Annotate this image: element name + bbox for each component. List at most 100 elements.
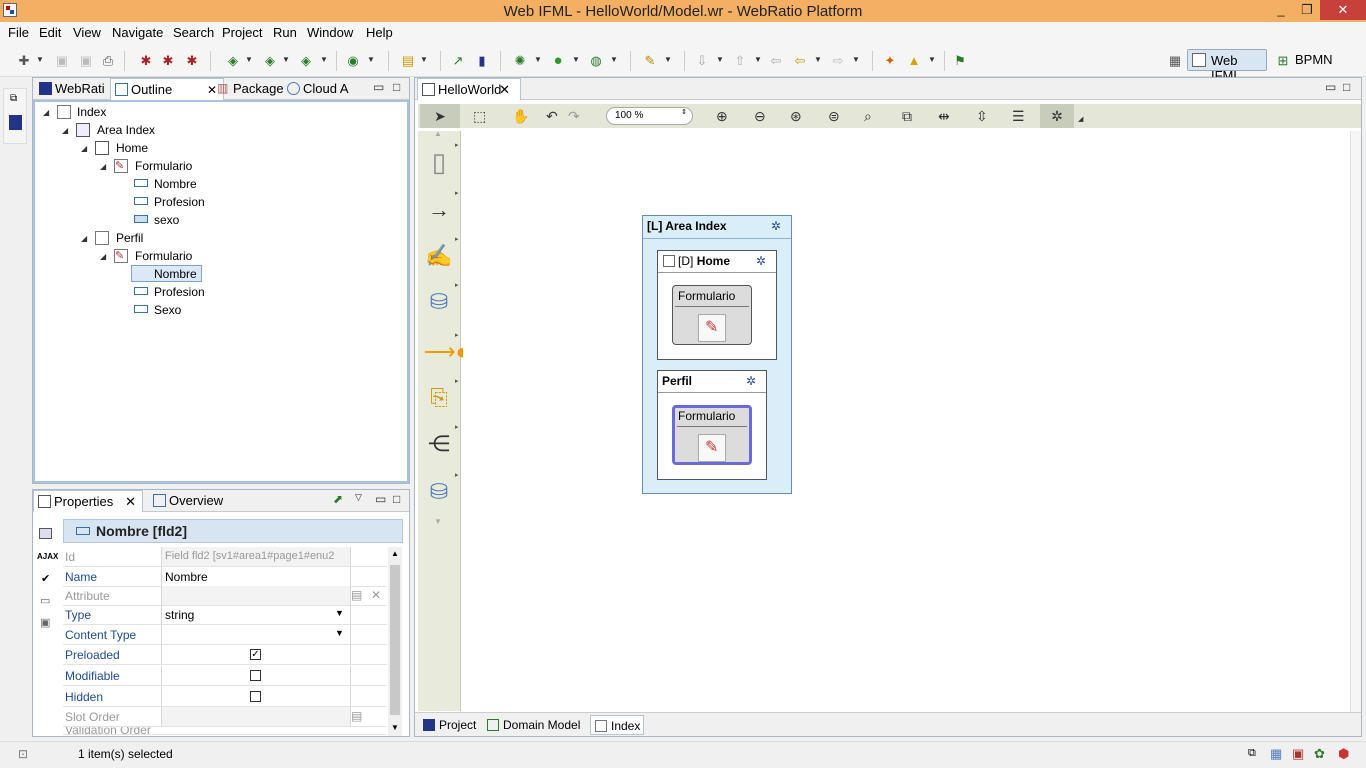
preloaded-checkbox[interactable]: ✓ bbox=[250, 649, 261, 660]
dropdown-arrow-icon[interactable]: ▸ bbox=[455, 423, 459, 431]
grid-icon[interactable]: ▦ bbox=[1270, 746, 1282, 762]
restore-icon[interactable]: ⧉ bbox=[10, 93, 17, 104]
prop-type-select[interactable]: string bbox=[161, 605, 351, 624]
form-tool-icon[interactable]: ✍ bbox=[424, 241, 454, 271]
minimize-icon[interactable]: ▭ bbox=[375, 492, 386, 506]
menu-edit[interactable]: Edit bbox=[39, 25, 61, 40]
collapse-icon[interactable]: ◢ bbox=[43, 108, 49, 117]
generate-icon[interactable]: ✱ bbox=[138, 53, 154, 69]
wizard-icon[interactable]: ✦ bbox=[882, 53, 898, 69]
zoom-combo[interactable]: 100 % ⇕ bbox=[606, 107, 693, 125]
comment-icon[interactable]: ▭ bbox=[40, 594, 50, 607]
dropdown-arrow-icon[interactable]: ▼ bbox=[420, 55, 428, 64]
home-form-unit[interactable]: Formulario ✎ bbox=[672, 285, 752, 345]
collapse-icon[interactable]: ◢ bbox=[100, 252, 106, 261]
generate-project-icon[interactable]: ✱ bbox=[184, 53, 200, 69]
flow-toggle-icon[interactable]: ✲ bbox=[1040, 104, 1074, 128]
perfil-page-box[interactable]: Perfil ✲ Formulario ✎ bbox=[657, 370, 767, 480]
dropdown-arrow-icon[interactable]: ▸ bbox=[455, 471, 459, 479]
dropdown-arrow-icon[interactable]: ▸ bbox=[455, 141, 459, 149]
tree-item-area-index[interactable]: Area Index bbox=[97, 122, 155, 139]
prop-attribute-value[interactable] bbox=[161, 586, 351, 605]
menu-navigate[interactable]: Navigate bbox=[112, 25, 163, 40]
open-perspective-icon[interactable]: ▦ bbox=[1167, 53, 1183, 69]
filter-tool-icon[interactable]: ⛁ bbox=[424, 477, 454, 507]
tab-index[interactable]: Index bbox=[590, 715, 644, 735]
tree-item-sexo[interactable]: sexo bbox=[154, 212, 179, 229]
restore-icon[interactable]: ⧉ bbox=[1248, 747, 1256, 760]
maximize-icon[interactable]: □ bbox=[1343, 80, 1350, 94]
layout-icon[interactable]: ☰ bbox=[1012, 108, 1025, 124]
tree-item-home[interactable]: Home bbox=[116, 140, 148, 157]
dropdown-arrow-icon[interactable]: ▼ bbox=[814, 55, 822, 64]
publish-icon[interactable]: ◉ bbox=[345, 53, 361, 69]
forward-icon[interactable]: ⇨ bbox=[830, 53, 846, 69]
dropdown-arrow-icon[interactable]: ▼ bbox=[282, 55, 290, 64]
menu-run[interactable]: Run bbox=[273, 25, 297, 40]
zoom-out-icon[interactable]: ⊖ bbox=[754, 108, 766, 124]
maximize-icon[interactable]: □ bbox=[393, 492, 400, 506]
minimize-button[interactable]: _ bbox=[1268, 0, 1294, 20]
tab-domain-model[interactable]: Domain Model bbox=[483, 715, 580, 735]
dropdown-arrow-icon[interactable]: ▸ bbox=[455, 281, 459, 289]
close-icon[interactable]: ✕ bbox=[499, 79, 510, 100]
dropdown-arrow-icon[interactable]: ▼ bbox=[754, 55, 762, 64]
last-edit-icon[interactable]: ⇦ bbox=[768, 53, 784, 69]
save-icon[interactable]: ▣ bbox=[54, 53, 70, 69]
dropdown-arrow-icon[interactable]: ▼ bbox=[320, 55, 328, 64]
zoom-fit-icon[interactable]: ⊛ bbox=[790, 108, 802, 124]
back-icon[interactable]: ⇦ bbox=[792, 53, 808, 69]
fast-view-icon[interactable]: ⊡ bbox=[18, 747, 28, 761]
tab-cloud[interactable]: Cloud A bbox=[283, 78, 355, 100]
prop-content-type-select[interactable] bbox=[161, 625, 351, 644]
menu-help[interactable]: Help bbox=[366, 25, 393, 40]
view-menu-icon[interactable]: ▽ bbox=[355, 492, 362, 503]
collapse-icon[interactable]: ◢ bbox=[62, 126, 68, 135]
close-icon[interactable]: ✕ bbox=[125, 491, 136, 512]
ajax-label[interactable]: AJAX bbox=[37, 552, 58, 561]
palette-scroll-up-icon[interactable]: ▲ bbox=[434, 129, 442, 138]
code-icon[interactable]: ▣ bbox=[40, 616, 50, 629]
prop-id-value[interactable]: Field fld2 [sv1#area1#page1#enu2 bbox=[161, 547, 351, 566]
dropdown-arrow-icon[interactable]: ▸ bbox=[455, 377, 459, 385]
tree-item-sexo-2[interactable]: Sexo bbox=[154, 302, 181, 319]
scroll-thumb[interactable] bbox=[390, 565, 400, 715]
chart-icon[interactable]: ↗ bbox=[450, 53, 466, 69]
tab-overview[interactable]: Overview bbox=[149, 490, 259, 512]
dropdown-arrow-icon[interactable]: ▼ bbox=[245, 55, 253, 64]
collapse-page-icon[interactable]: ✲ bbox=[756, 254, 766, 268]
vertical-space-icon[interactable]: ⇳ bbox=[976, 108, 988, 124]
diagram-canvas[interactable]: [L] Area Index ✲ [D] Home ✲ Formulario ✎… bbox=[463, 131, 1361, 712]
hand-icon[interactable]: ✋ bbox=[512, 108, 529, 124]
chevron-down-icon[interactable]: ▼ bbox=[335, 628, 344, 638]
module-tool-icon[interactable]: ⎘ bbox=[424, 383, 454, 413]
prev-annotation-icon[interactable]: ⇧ bbox=[732, 53, 748, 69]
tree-item-profesion-2[interactable]: Profesion bbox=[154, 284, 205, 301]
modifiable-checkbox[interactable] bbox=[250, 670, 261, 681]
zoom-search-icon[interactable]: ⌕ bbox=[864, 108, 872, 124]
tree-item-profesion[interactable]: Profesion bbox=[154, 194, 205, 211]
page-tool-icon[interactable]: ▯ bbox=[424, 147, 454, 177]
warning-icon[interactable]: ▲ bbox=[906, 53, 922, 69]
dropdown-arrow-icon[interactable]: ▼ bbox=[610, 55, 618, 64]
debug-icon[interactable]: ✺ bbox=[512, 53, 528, 69]
clipboard-icon[interactable]: ▤ bbox=[400, 53, 416, 69]
palette-scroll-down-icon[interactable]: ▼ bbox=[434, 517, 442, 526]
validation-icon[interactable]: ✔ bbox=[41, 572, 50, 585]
minimize-icon[interactable]: ▭ bbox=[373, 80, 384, 94]
perfil-form-unit[interactable]: Formulario ✎ bbox=[672, 405, 752, 465]
canvas-scrollbar[interactable] bbox=[1350, 131, 1361, 712]
collapse-icon[interactable]: ◢ bbox=[81, 234, 87, 243]
clear-icon[interactable]: ✕ bbox=[371, 588, 381, 602]
deploy-icon[interactable]: ◈ bbox=[298, 53, 314, 69]
maximize-icon[interactable]: □ bbox=[393, 80, 400, 94]
tree-item-index[interactable]: Index bbox=[77, 104, 106, 121]
collapse-page-icon[interactable]: ✲ bbox=[746, 374, 756, 388]
flag-icon[interactable]: ⚑ bbox=[952, 53, 968, 69]
collapse-icon[interactable]: ◢ bbox=[81, 144, 87, 153]
dropdown-arrow-icon[interactable]: ▼ bbox=[716, 55, 724, 64]
marquee-icon[interactable]: ⬚ bbox=[473, 108, 486, 124]
dropdown-arrow-icon[interactable]: ▸ bbox=[455, 235, 459, 243]
menu-view[interactable]: View bbox=[73, 25, 101, 40]
tree-item-nombre[interactable]: Nombre bbox=[154, 176, 197, 193]
